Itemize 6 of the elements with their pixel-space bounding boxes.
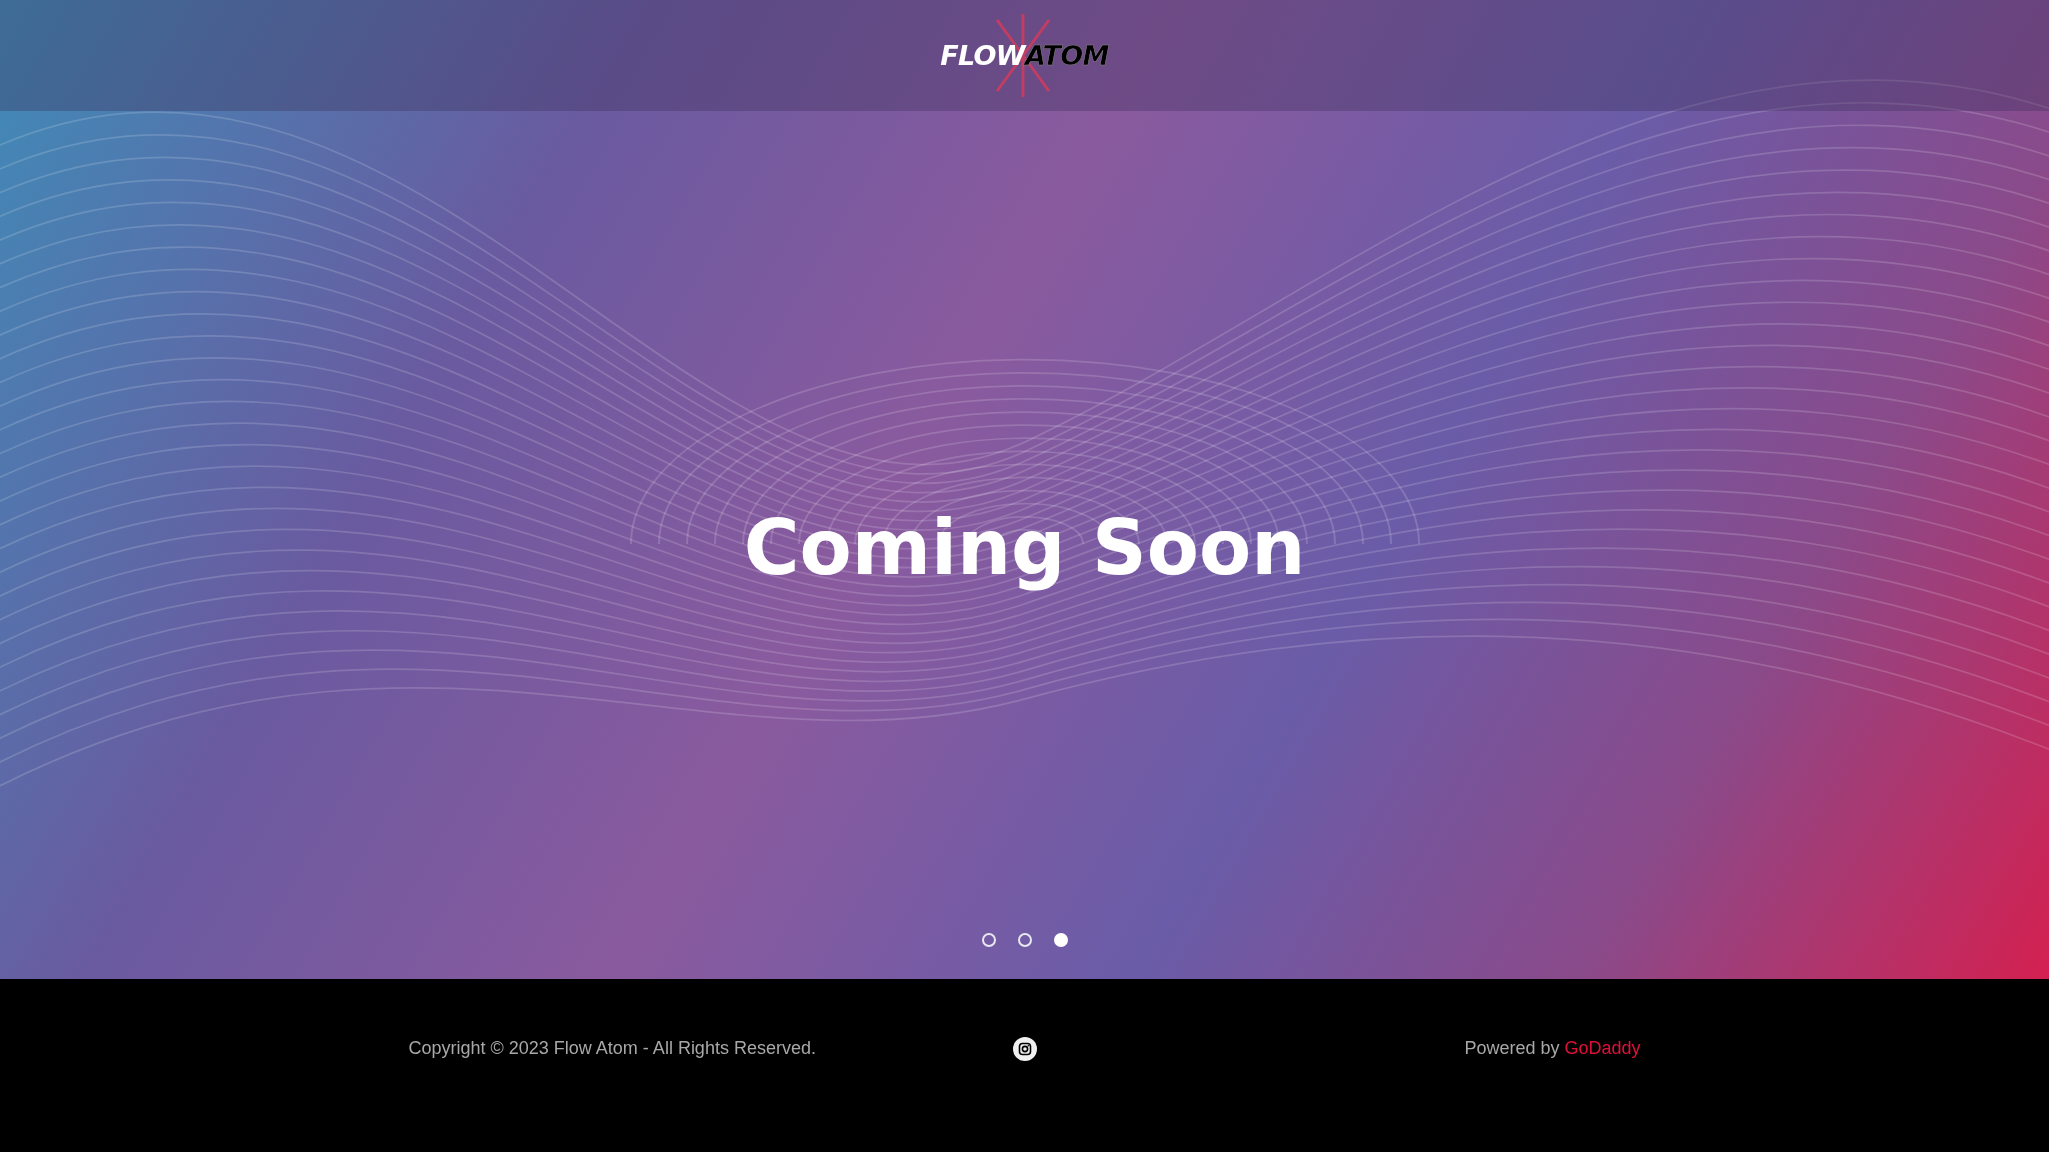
powered-by-text: Powered by GoDaddy [1463, 1037, 1641, 1060]
godaddy-link[interactable]: GoDaddy [1564, 1038, 1641, 1058]
hero-heading: Coming Soon [743, 502, 1306, 594]
logo-text: FLOW [940, 42, 1025, 69]
instagram-icon[interactable] [1012, 1036, 1037, 1061]
copyright-text: Copyright © 2023 Flow Atom - All Rights Reserved. [408, 1037, 817, 1060]
